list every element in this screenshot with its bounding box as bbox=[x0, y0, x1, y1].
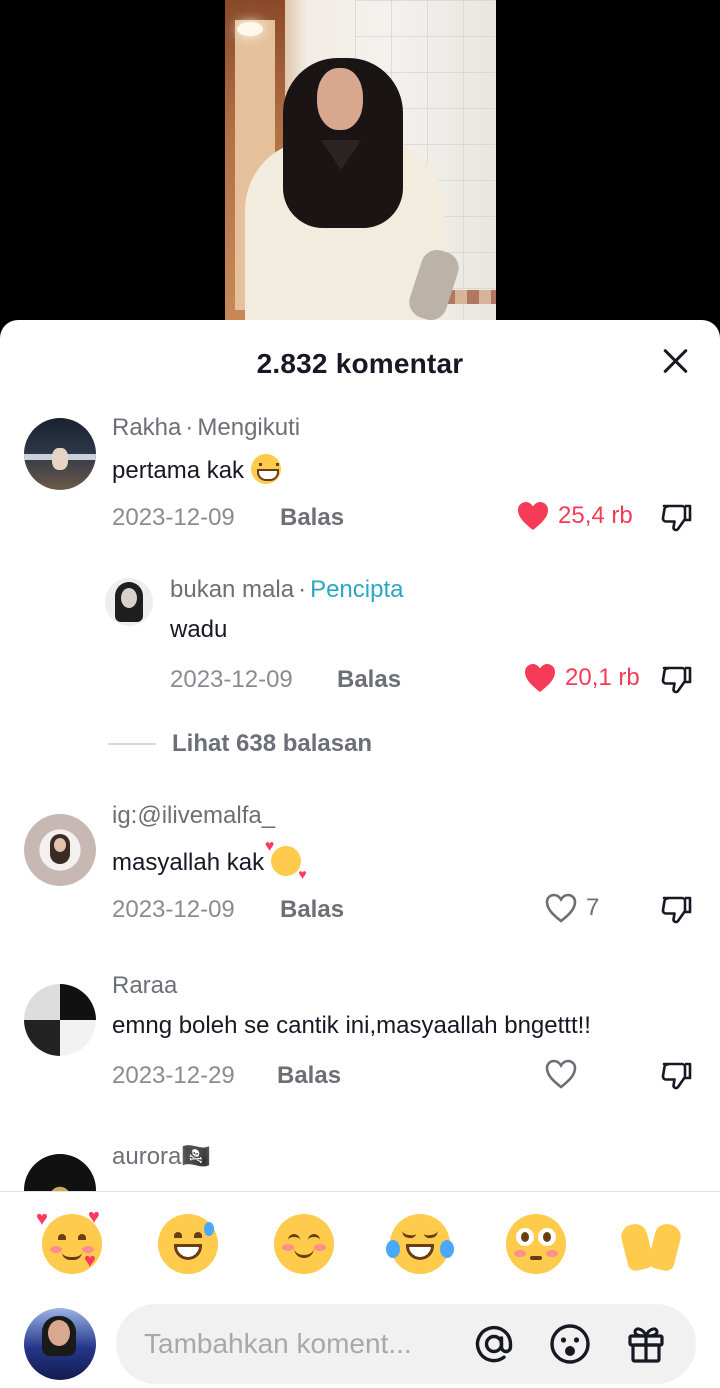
smiling-face-emoji-icon[interactable] bbox=[274, 1214, 334, 1274]
comment-date: 2023-12-09 bbox=[112, 504, 235, 531]
view-replies-button[interactable]: Lihat 638 balasan bbox=[108, 730, 372, 758]
view-replies-label: Lihat 638 balasan bbox=[172, 730, 373, 757]
video-frame bbox=[225, 0, 496, 330]
smiling-face-with-hearts-emoji-icon[interactable]: ♥ ♥ ♥ bbox=[36, 1206, 102, 1274]
comment-text: emng boleh se cantik ini,masyaallah bnge… bbox=[112, 1012, 591, 1039]
comment-author: bukan mala · Pencipta bbox=[170, 576, 404, 603]
username[interactable]: Rakha bbox=[112, 414, 181, 441]
flushed-face-emoji-icon[interactable] bbox=[506, 1214, 566, 1274]
like-button[interactable]: 20,1 rb bbox=[523, 662, 640, 694]
avatar[interactable] bbox=[24, 1308, 96, 1380]
comment-date: 2023-12-09 bbox=[112, 896, 235, 923]
reply-button[interactable]: Balas bbox=[337, 666, 401, 694]
comment-text: masyallah kak bbox=[112, 838, 307, 882]
avatar[interactable] bbox=[24, 984, 96, 1056]
avatar[interactable] bbox=[24, 1154, 96, 1192]
beaming-face-emoji-icon bbox=[250, 454, 281, 484]
comment-text: wadu bbox=[170, 616, 228, 643]
video-player[interactable] bbox=[0, 0, 720, 330]
comment-item: ig:@ilivemalfa_ masyallah kak 2023-12-09… bbox=[0, 802, 720, 952]
heart-filled-icon bbox=[518, 502, 548, 530]
comment-count-title: 2.832 komentar bbox=[256, 348, 464, 379]
comment-input[interactable] bbox=[144, 1304, 444, 1384]
like-count: 20,1 rb bbox=[565, 664, 640, 691]
gift-icon[interactable] bbox=[624, 1322, 668, 1366]
username[interactable]: Raraa bbox=[112, 972, 177, 999]
divider bbox=[108, 743, 156, 745]
comment-author: aurora🏴‍☠️ bbox=[112, 1142, 211, 1171]
comment-list[interactable]: Rakha · Mengikuti pertama kak 2023-12-09 B… bbox=[0, 406, 720, 1192]
reply-item: bukan mala · Pencipta wadu 2023-12-09 Bala… bbox=[0, 566, 720, 716]
avatar[interactable] bbox=[105, 578, 153, 626]
heart-filled-icon bbox=[525, 664, 555, 692]
reply-button[interactable]: Balas bbox=[277, 1062, 341, 1090]
comment-text: pertama kak bbox=[112, 454, 281, 485]
username[interactable]: bukan mala bbox=[170, 576, 294, 603]
reply-button[interactable]: Balas bbox=[280, 896, 344, 924]
comment-item: Rakha · Mengikuti pertama kak 2023-12-09 B… bbox=[0, 406, 720, 556]
close-icon[interactable] bbox=[658, 344, 692, 378]
heart-outline-icon bbox=[545, 893, 577, 923]
comment-date: 2023-12-09 bbox=[170, 666, 293, 693]
dislike-icon[interactable] bbox=[660, 662, 694, 696]
like-button[interactable]: 7 bbox=[544, 892, 599, 924]
dislike-icon[interactable] bbox=[660, 500, 694, 534]
comment-author: Raraa bbox=[112, 972, 177, 1000]
reply-button[interactable]: Balas bbox=[280, 504, 344, 532]
username[interactable]: ig:@ilivemalfa_ bbox=[112, 802, 275, 829]
emoji-icon[interactable] bbox=[548, 1322, 592, 1366]
input-row bbox=[0, 1300, 720, 1384]
comment-input-container[interactable] bbox=[116, 1304, 696, 1384]
sheet-header: 2.832 komentar bbox=[0, 320, 720, 406]
dislike-icon[interactable] bbox=[660, 892, 694, 926]
heart-outline-icon bbox=[545, 1059, 577, 1089]
avatar[interactable] bbox=[24, 814, 96, 886]
comment-date: 2023-12-29 bbox=[112, 1062, 235, 1089]
creator-tag: Pencipta bbox=[310, 576, 404, 603]
comment-item: Raraa emng boleh se cantik ini,masyaalla… bbox=[0, 972, 720, 1122]
comment-author: Rakha · Mengikuti bbox=[112, 414, 301, 441]
like-button[interactable]: 25,4 rb bbox=[516, 500, 633, 532]
palms-up-together-emoji-icon[interactable] bbox=[618, 1214, 684, 1274]
quick-emoji-row: ♥ ♥ ♥ bbox=[0, 1206, 720, 1278]
avatar[interactable] bbox=[24, 418, 96, 490]
comment-author: ig:@ilivemalfa_ bbox=[112, 802, 275, 830]
like-count: 25,4 rb bbox=[558, 502, 633, 529]
at-sign-icon[interactable] bbox=[472, 1322, 516, 1366]
dislike-icon[interactable] bbox=[660, 1058, 694, 1092]
grinning-face-with-sweat-emoji-icon[interactable] bbox=[158, 1214, 218, 1274]
like-count: 7 bbox=[586, 894, 600, 921]
following-tag: Mengikuti bbox=[197, 414, 301, 441]
comment-item: aurora🏴‍☠️ bbox=[0, 1142, 720, 1192]
comment-composer: ♥ ♥ ♥ bbox=[0, 1191, 720, 1388]
username[interactable]: aurora🏴‍☠️ bbox=[112, 1143, 211, 1170]
smiling-face-with-hearts-emoji-icon bbox=[265, 838, 307, 882]
face-with-tears-of-joy-emoji-icon[interactable] bbox=[386, 1214, 454, 1274]
like-button[interactable] bbox=[544, 1058, 586, 1090]
